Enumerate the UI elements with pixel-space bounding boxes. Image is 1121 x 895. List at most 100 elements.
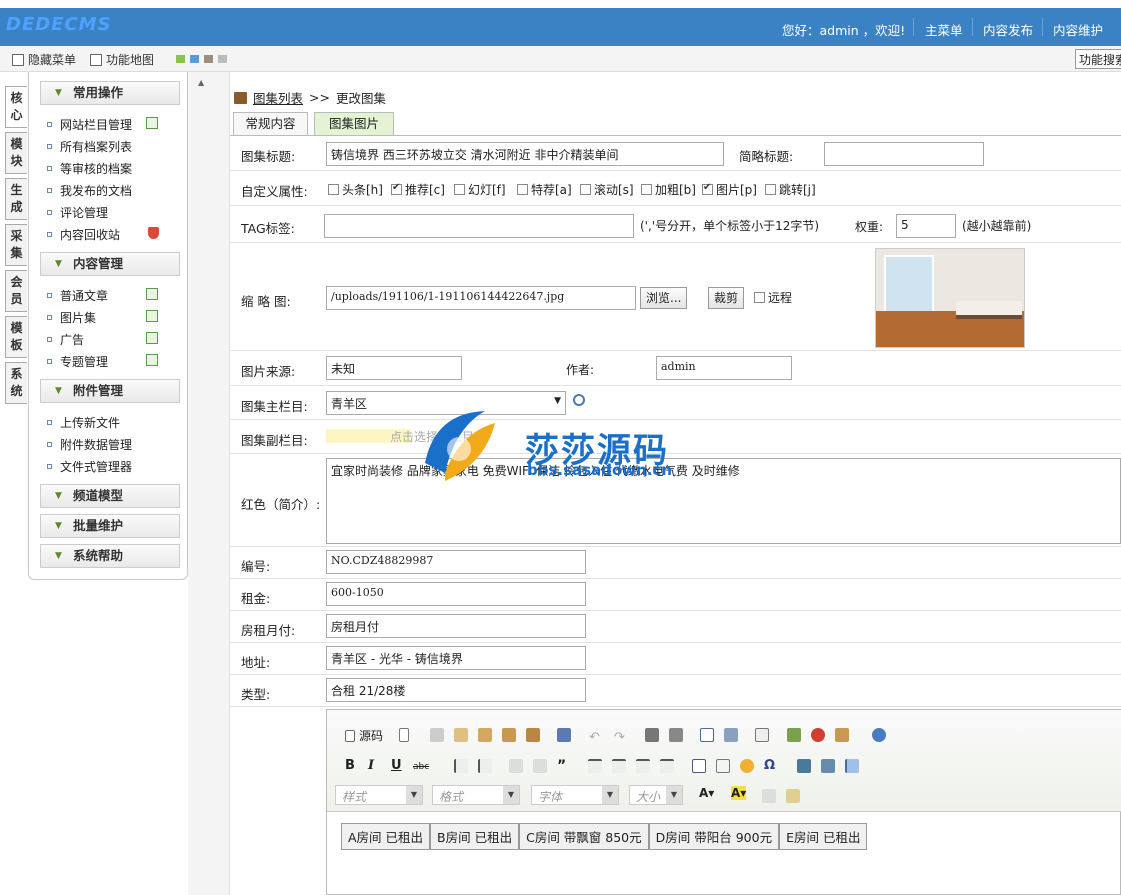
vtab-member[interactable]: 会员 xyxy=(5,270,27,312)
bold-icon[interactable]: B xyxy=(345,758,355,773)
rich-text-editor[interactable]: 源码 ↶ ↷ B I U abc ” Ω 样式 ▼ 格式 ▼ 字体 ▼ 大小 ▼… xyxy=(326,709,1121,895)
omega-icon[interactable]: Ω xyxy=(764,758,775,773)
attr-special[interactable]: 特荐[a] xyxy=(517,181,572,198)
preview-icon[interactable] xyxy=(786,789,800,803)
media-icon[interactable] xyxy=(835,728,849,742)
unlink-icon[interactable] xyxy=(821,759,835,773)
checkbox[interactable] xyxy=(454,184,465,195)
tag-input[interactable] xyxy=(324,214,634,238)
vtab-generate[interactable]: 生成 xyxy=(5,178,27,220)
room-cell[interactable]: A房间 已租出 xyxy=(341,823,431,850)
checkbox[interactable] xyxy=(580,184,591,195)
attr-headline[interactable]: 头条[h] xyxy=(328,181,383,198)
vtab-system[interactable]: 系统 xyxy=(5,362,27,404)
collapse-arrow-icon[interactable]: ▲ xyxy=(198,78,204,87)
skin-blue-icon[interactable] xyxy=(190,55,199,63)
vtab-template[interactable]: 模板 xyxy=(5,316,27,358)
skin-green-icon[interactable] xyxy=(176,55,185,63)
paste-text-icon[interactable] xyxy=(502,728,516,742)
menu-item-column-manage[interactable]: 网站栏目管理 xyxy=(47,116,132,133)
menu-group-help[interactable]: ▼ 系统帮助 xyxy=(40,544,180,568)
menu-item-attachment-data[interactable]: 附件数据管理 xyxy=(47,436,132,453)
smiley-icon[interactable] xyxy=(740,759,754,773)
menu-item-pending-archives[interactable]: 等审核的档案 xyxy=(47,160,132,177)
sub-column-picker[interactable]: 点击选择副栏目 xyxy=(390,428,474,445)
outdent-icon[interactable] xyxy=(509,759,523,773)
checkbox-checked[interactable] xyxy=(702,182,713,195)
paste-icon[interactable] xyxy=(478,728,492,742)
checkbox[interactable] xyxy=(754,292,765,303)
table-icon[interactable] xyxy=(692,759,706,773)
attr-recommend[interactable]: 推荐[c] xyxy=(391,181,445,198)
style-combo[interactable]: 样式 ▼ xyxy=(335,785,423,805)
add-icon[interactable] xyxy=(146,117,158,129)
add-icon[interactable] xyxy=(146,288,158,300)
menu-item-topics[interactable]: 专题管理 xyxy=(47,353,108,370)
checkbox-checked[interactable] xyxy=(391,182,402,195)
attr-jump[interactable]: 跳转[j] xyxy=(765,181,816,198)
menu-item-comments[interactable]: 评论管理 xyxy=(47,204,108,221)
add-icon[interactable] xyxy=(146,332,158,344)
rent-input[interactable]: 600-1050 xyxy=(326,582,586,606)
eraser-icon[interactable] xyxy=(724,728,738,742)
menu-item-upload-file[interactable]: 上传新文件 xyxy=(47,414,120,431)
menu-group-attachment[interactable]: ▼ 附件管理 xyxy=(40,379,180,403)
description-textarea[interactable]: 宜家时尚装修 品牌家具家电 免费WIFI 保洁 拎包入住 代缴水电气费 及时维修 xyxy=(326,458,1121,544)
menu-item-ads[interactable]: 广告 xyxy=(47,331,84,348)
font-combo[interactable]: 字体 ▼ xyxy=(531,785,619,805)
menu-group-batch[interactable]: ▼ 批量维护 xyxy=(40,514,180,538)
vtab-module[interactable]: 模块 xyxy=(5,132,27,174)
function-map-button[interactable]: 功能地图 xyxy=(90,51,154,68)
align-right-icon[interactable] xyxy=(636,759,650,773)
shield-icon[interactable] xyxy=(148,227,159,239)
function-search-button[interactable]: 功能搜索 xyxy=(1075,49,1121,69)
flash-icon[interactable] xyxy=(811,728,825,742)
checkbox[interactable] xyxy=(641,184,652,195)
underline-icon[interactable]: U xyxy=(391,758,402,773)
attr-slide[interactable]: 幻灯[f] xyxy=(454,181,506,198)
menu-item-file-manager[interactable]: 文件式管理器 xyxy=(47,458,132,475)
italic-icon[interactable]: I xyxy=(368,758,374,773)
size-combo[interactable]: 大小 ▼ xyxy=(629,785,683,805)
attr-image[interactable]: 图片[p] xyxy=(702,181,757,198)
attr-bold[interactable]: 加粗[b] xyxy=(641,181,696,198)
align-left-icon[interactable] xyxy=(588,759,602,773)
room-cell[interactable]: E房间 已租出 xyxy=(779,823,868,850)
paste-word-icon[interactable] xyxy=(526,728,540,742)
search-icon[interactable] xyxy=(573,394,585,406)
strike-icon[interactable]: abc xyxy=(413,762,429,772)
cut-icon[interactable] xyxy=(430,728,444,742)
checkbox[interactable] xyxy=(328,184,339,195)
nav-content-publish[interactable]: 内容发布 xyxy=(983,20,1033,39)
hide-menu-button[interactable]: 隐藏菜单 xyxy=(12,51,76,68)
code-input[interactable]: NO.CDZ48829987 xyxy=(326,550,586,574)
text-color-icon[interactable]: A▾ xyxy=(699,786,714,800)
address-input[interactable]: 青羊区 - 光华 - 铸信境界 xyxy=(326,646,586,670)
select-all-icon[interactable] xyxy=(700,728,714,742)
add-icon[interactable] xyxy=(146,354,158,366)
vtab-collect[interactable]: 采集 xyxy=(5,224,27,266)
room-cell[interactable]: B房间 已租出 xyxy=(430,823,520,850)
source-input[interactable]: 未知 xyxy=(326,356,462,380)
short-title-input[interactable] xyxy=(824,142,984,166)
spellcheck-icon[interactable] xyxy=(755,728,769,742)
type-input[interactable]: 合租 21/28楼 xyxy=(326,678,586,702)
vtab-core[interactable]: 核心 xyxy=(5,86,27,128)
bg-color-icon[interactable]: A▾ xyxy=(731,786,747,800)
breadcrumb-link[interactable]: 图集列表 xyxy=(253,88,303,107)
room-cell[interactable]: D房间 带阳台 900元 xyxy=(648,823,780,850)
menu-group-channel-model[interactable]: ▼ 频道模型 xyxy=(40,484,180,508)
nav-main-menu[interactable]: 主菜单 xyxy=(925,20,963,39)
ordered-list-icon[interactable] xyxy=(454,759,468,773)
attr-scroll[interactable]: 滚动[s] xyxy=(580,181,634,198)
anchor-flag-icon[interactable] xyxy=(845,759,859,773)
menu-group-common[interactable]: ▼ 常用操作 xyxy=(40,81,180,105)
menu-item-all-archives[interactable]: 所有档案列表 xyxy=(47,138,132,155)
link-icon[interactable] xyxy=(797,759,811,773)
unordered-list-icon[interactable] xyxy=(478,759,492,773)
main-column-select[interactable]: 青羊区 ▼ xyxy=(326,391,566,415)
weight-input[interactable]: 5 xyxy=(896,214,956,238)
undo-icon[interactable]: ↶ xyxy=(589,730,600,745)
thumbnail-path-input[interactable]: /uploads/191106/1-191106144422647.jpg xyxy=(326,286,636,310)
browse-button[interactable]: 浏览... xyxy=(640,287,688,309)
